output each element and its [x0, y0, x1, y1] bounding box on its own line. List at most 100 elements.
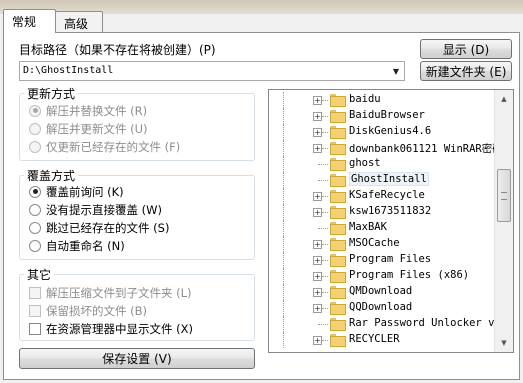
expand-plus-icon[interactable]: +	[313, 128, 322, 137]
radio-icon[interactable]	[29, 104, 41, 117]
expand-plus-icon[interactable]: +	[313, 208, 322, 217]
target-path-value[interactable]: D:\GhostInstall	[23, 65, 113, 76]
radio-icon[interactable]	[29, 239, 41, 252]
tree-item-selected[interactable]: GhostInstall	[269, 172, 495, 188]
tree-item[interactable]: Rar Password Unlocker v3	[269, 316, 501, 332]
option-show-in-explorer[interactable]: 在资源管理器中显示文件 (X)	[29, 320, 193, 337]
tree-item[interactable]: + RECYCLER	[269, 332, 495, 348]
option-ask-before-overwrite[interactable]: 覆盖前询问 (K)	[29, 183, 124, 200]
tree-guide-line	[318, 228, 328, 229]
folder-icon	[330, 174, 346, 187]
expand-plus-icon[interactable]: +	[313, 144, 322, 153]
radio-icon[interactable]	[29, 122, 41, 135]
checkbox-icon[interactable]	[29, 286, 41, 299]
tree-guide-line	[283, 316, 284, 332]
tree-item[interactable]: + QQDownload	[269, 300, 495, 316]
tree-guide-line	[322, 244, 328, 245]
tab-general[interactable]: 常规	[3, 9, 56, 33]
scroll-thumb[interactable]	[497, 169, 511, 222]
scroll-up-arrow-icon[interactable]: ▲	[497, 92, 511, 106]
folder-icon	[330, 302, 346, 315]
expand-plus-icon[interactable]: +	[313, 112, 322, 121]
vertical-scrollbar[interactable]: ▲ ▼	[494, 90, 513, 352]
tree-item-label: ksw1673511832	[349, 205, 432, 217]
option-label: 保留损坏的文件 (B)	[46, 303, 148, 318]
target-path-label: 目标路径（如果不存在将被创建）(P)	[19, 43, 216, 57]
tree-item[interactable]: + baidu	[269, 92, 495, 108]
tree-guide-line	[283, 300, 284, 316]
tab-advanced[interactable]: 高级	[55, 11, 103, 32]
radio-icon[interactable]	[29, 203, 41, 216]
tree-guide-line	[283, 236, 284, 252]
show-button[interactable]: 显示 (D)	[420, 39, 512, 59]
tree-item-label: DiskGenius4.6	[349, 125, 432, 137]
tree-item-label: QQDownload	[349, 301, 413, 313]
tree-item-label: Rar Password Unlocker v3	[349, 317, 501, 329]
target-path-combobox[interactable]: D:\GhostInstall ▼	[19, 61, 405, 81]
option-extract-to-subfolders[interactable]: 解压压缩文件到子文件夹 (L)	[29, 284, 192, 301]
expand-plus-icon[interactable]: +	[313, 336, 322, 345]
new-folder-button[interactable]: 新建文件夹 (E)	[420, 61, 512, 81]
option-skip-existing[interactable]: 跳过已经存在的文件 (S)	[29, 219, 169, 236]
expand-plus-icon[interactable]: +	[313, 288, 322, 297]
expand-plus-icon[interactable]: +	[313, 192, 322, 201]
tree-item[interactable]: + downbank061121 WinRAR密码	[269, 140, 503, 156]
tree-guide-line	[322, 132, 328, 133]
tree-guide-line	[322, 340, 328, 341]
update-mode-title: 更新方式	[24, 85, 79, 102]
tree-guide-line	[283, 140, 284, 156]
tree-guide-line	[322, 116, 328, 117]
tree-item-label: KSafeRecycle	[349, 189, 425, 201]
tree-guide-line	[322, 276, 328, 277]
tree-guide-line	[283, 124, 284, 140]
option-keep-broken-files[interactable]: 保留损坏的文件 (B)	[29, 302, 147, 319]
checkbox-icon[interactable]	[29, 304, 41, 317]
folder-icon	[330, 238, 346, 251]
expand-plus-icon[interactable]: +	[313, 256, 322, 265]
tree-guide-line	[283, 188, 284, 204]
folder-icon	[330, 126, 346, 139]
tree-item[interactable]: MaxBAK	[269, 220, 495, 236]
tree-item[interactable]: + QMDownload	[269, 284, 495, 300]
tree-item[interactable]: + ksw1673511832	[269, 204, 495, 220]
folder-icon	[330, 270, 346, 283]
tree-guide-line	[322, 196, 328, 197]
dropdown-arrow-icon[interactable]: ▼	[388, 62, 404, 80]
tree-item[interactable]: ghost	[269, 156, 495, 172]
save-settings-button[interactable]: 保存设置 (V)	[19, 348, 255, 369]
tree-item[interactable]: + DiskGenius4.6	[269, 124, 495, 140]
tree-item[interactable]: + Program Files (x86)	[269, 268, 495, 284]
folder-tree[interactable]: + baidu + BaiduBrowser + DiskGenius4.6 +…	[268, 89, 514, 353]
radio-icon[interactable]	[29, 140, 41, 153]
option-label: 在资源管理器中显示文件 (X)	[46, 321, 194, 336]
folder-icon	[330, 286, 346, 299]
scroll-down-arrow-icon[interactable]: ▼	[497, 336, 511, 350]
expand-plus-icon[interactable]: +	[313, 96, 322, 105]
folder-icon	[330, 318, 346, 331]
radio-icon[interactable]	[29, 185, 41, 198]
tree-item[interactable]: + BaiduBrowser	[269, 108, 495, 124]
tree-item-label: MSOCache	[349, 237, 400, 249]
tree-guide-line	[322, 148, 328, 149]
expand-plus-icon[interactable]: +	[313, 240, 322, 249]
tree-guide-line	[322, 212, 328, 213]
option-overwrite-without-prompt[interactable]: 没有提示直接覆盖 (W)	[29, 201, 162, 218]
tree-item-label: BaiduBrowser	[349, 109, 425, 121]
folder-icon	[330, 206, 346, 219]
option-label: 跳过已经存在的文件 (S)	[46, 220, 170, 235]
tree-guide-line	[283, 252, 284, 268]
expand-plus-icon[interactable]: +	[313, 304, 322, 313]
checkbox-icon[interactable]	[29, 322, 41, 335]
tree-guide-line	[318, 180, 328, 181]
tree-guide-line	[322, 308, 328, 309]
tree-guide-line	[283, 332, 284, 348]
option-auto-rename[interactable]: 自动重命名 (N)	[29, 237, 125, 254]
option-extract-update[interactable]: 解压并更新文件 (U)	[29, 120, 148, 137]
option-fresh-existing[interactable]: 仅更新已经存在的文件 (F)	[29, 138, 180, 155]
radio-icon[interactable]	[29, 221, 41, 234]
tree-item[interactable]: + MSOCache	[269, 236, 495, 252]
tree-item[interactable]: + Program Files	[269, 252, 495, 268]
expand-plus-icon[interactable]: +	[313, 272, 322, 281]
option-extract-replace[interactable]: 解压并替换文件 (R)	[29, 102, 147, 119]
tree-item[interactable]: + KSafeRecycle	[269, 188, 495, 204]
